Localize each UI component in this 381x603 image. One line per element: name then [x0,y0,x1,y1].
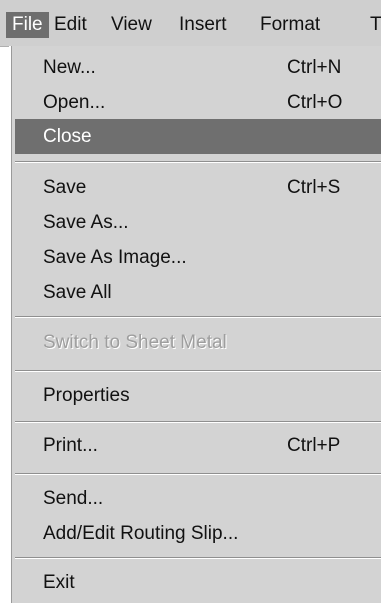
file-menu-dropdown: New... Ctrl+N Open... Ctrl+O Close Save … [9,46,381,603]
menu-item-properties[interactable]: Properties [15,378,381,413]
menu-view[interactable]: View [111,12,152,38]
menu-separator [15,473,381,475]
menu-separator [15,161,381,163]
menu-item-label: Save As... [43,212,129,233]
menu-item-exit[interactable]: Exit [15,565,381,600]
menu-item-switch-to-sheet-metal: Switch to Sheet Metal [15,325,381,360]
menu-file[interactable]: File [6,12,49,38]
menu-item-new[interactable]: New... Ctrl+N [15,50,381,85]
menu-item-label: Print... [43,435,98,456]
menu-item-save-as[interactable]: Save As... [15,205,381,240]
menu-item-add-edit-routing-slip[interactable]: Add/Edit Routing Slip... [15,516,381,551]
menu-format[interactable]: Format [260,12,320,38]
menu-separator [15,370,381,372]
menu-item-label: New... [43,57,96,78]
menu-item-send[interactable]: Send... [15,481,381,516]
menu-item-label: Send... [43,488,104,509]
menu-item-close[interactable]: Close [15,119,381,154]
menu-separator [15,421,381,423]
menu-tools-truncated[interactable]: T [370,12,381,38]
menu-item-shortcut: Ctrl+O [287,92,343,113]
menu-item-label: Properties [43,385,130,406]
menu-item-label: Exit [43,572,75,593]
menu-edit[interactable]: Edit [54,12,87,38]
menu-insert[interactable]: Insert [179,12,227,38]
menu-separator [15,316,381,318]
menu-item-open[interactable]: Open... Ctrl+O [15,85,381,120]
menu-item-label: Close [43,126,92,147]
menu-item-shortcut: Ctrl+S [287,177,341,198]
menu-item-label: Save As Image... [43,247,187,268]
menu-item-label: Save [43,177,87,198]
menu-item-label: Open... [43,92,106,113]
menu-item-label: Add/Edit Routing Slip... [43,523,239,544]
menu-item-print[interactable]: Print... Ctrl+P [15,428,381,463]
menu-item-label: Save All [43,282,112,303]
menu-separator [15,557,381,559]
menu-item-shortcut: Ctrl+N [287,57,342,78]
menu-item-shortcut: Ctrl+P [287,435,341,456]
menu-item-label: Switch to Sheet Metal [43,332,227,353]
menu-item-save[interactable]: Save Ctrl+S [15,170,381,205]
menu-bar: File Edit View Insert Format T [0,0,381,47]
menu-item-save-as-image[interactable]: Save As Image... [15,240,381,275]
menu-item-save-all[interactable]: Save All [15,275,381,310]
